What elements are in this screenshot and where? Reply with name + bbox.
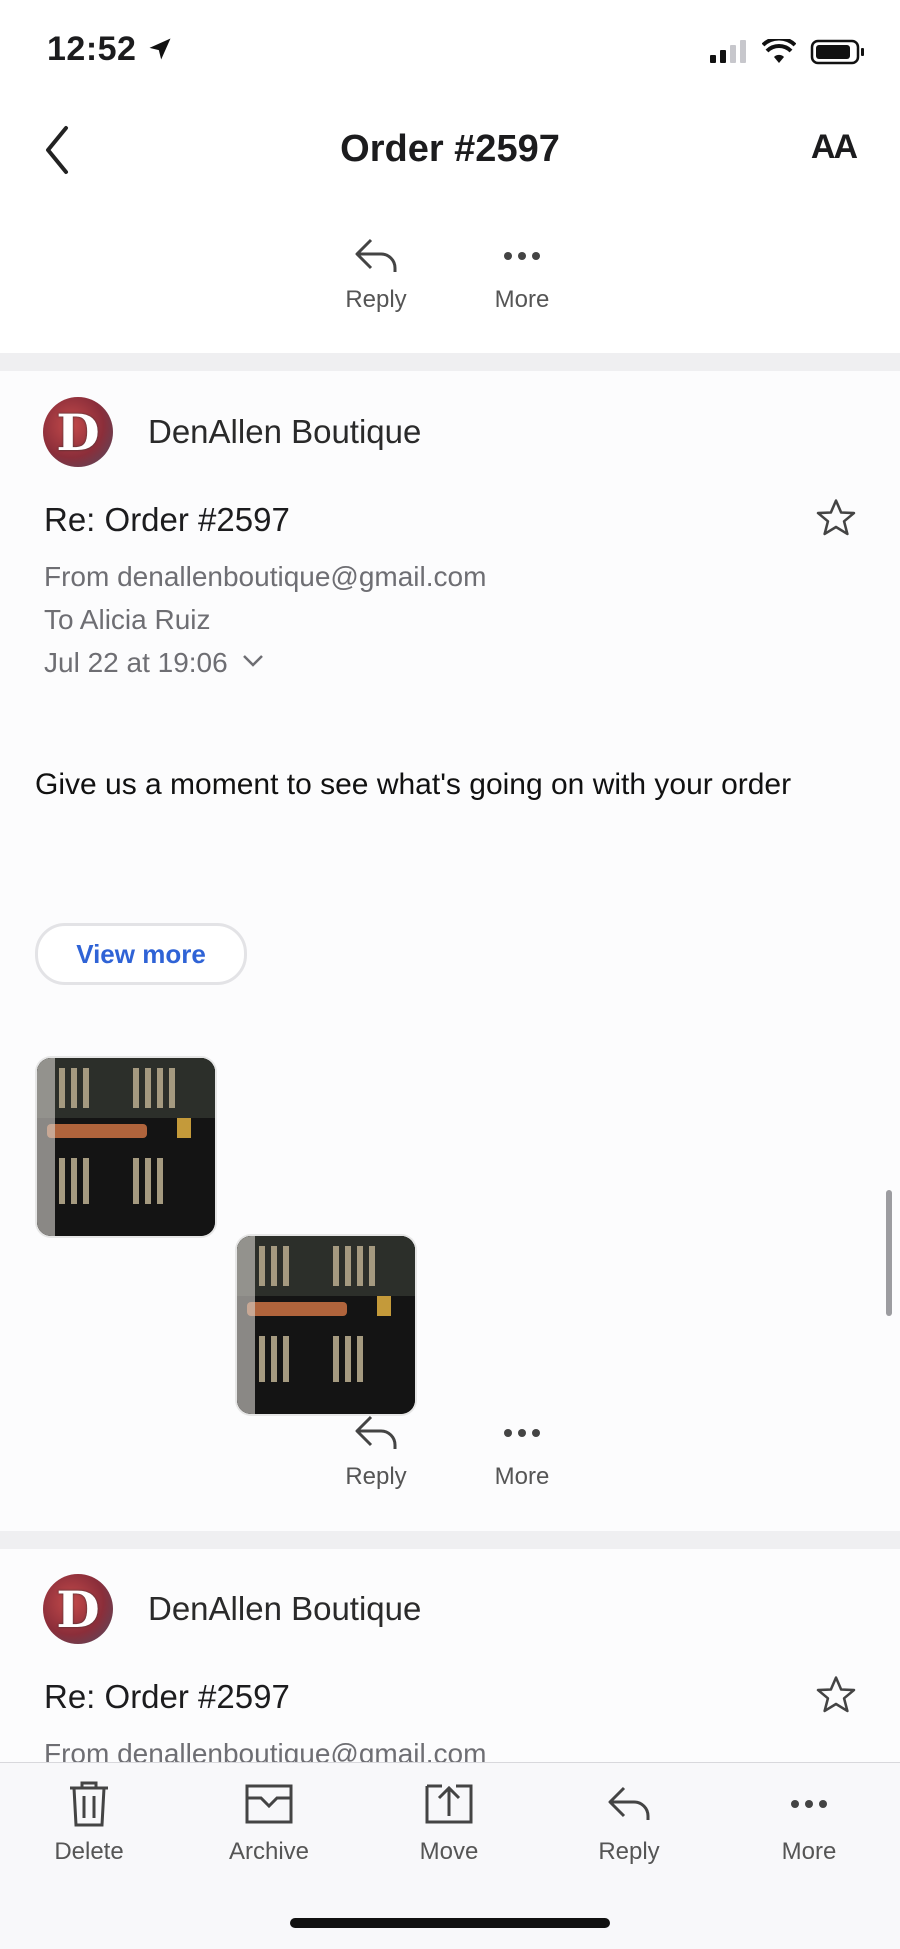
ellipsis-icon bbox=[504, 252, 540, 260]
view-more-button[interactable]: View more bbox=[35, 923, 247, 985]
move-icon bbox=[425, 1784, 473, 1824]
wifi-icon bbox=[762, 39, 796, 63]
more-label: More bbox=[494, 286, 550, 313]
message-subject: Re: Order #2597 bbox=[44, 501, 290, 538]
battery-icon bbox=[810, 39, 864, 65]
delete-label: Delete bbox=[54, 1838, 124, 1865]
move-label: Move bbox=[419, 1838, 479, 1865]
from-line: From denallenboutique@gmail.com bbox=[44, 1738, 487, 1762]
more-label: More bbox=[781, 1838, 837, 1865]
archive-button[interactable]: Archive bbox=[209, 1780, 329, 1866]
attachment-thumbnail[interactable] bbox=[37, 1058, 215, 1236]
reply-toolbar-button[interactable]: Reply bbox=[569, 1780, 689, 1866]
message-subject: Re: Order #2597 bbox=[44, 1678, 290, 1715]
more-label: More bbox=[494, 1463, 550, 1490]
sender-name: DenAllen Boutique bbox=[148, 413, 422, 450]
divider bbox=[0, 1531, 900, 1549]
status-time: 12:52 bbox=[47, 30, 174, 69]
attachment-image bbox=[237, 1236, 415, 1414]
archive-icon bbox=[245, 1784, 293, 1824]
date-text: Jul 22 at 19:06 bbox=[44, 647, 228, 678]
cellular-signal-icon bbox=[710, 40, 746, 63]
star-icon bbox=[816, 499, 856, 536]
page-title: Order #2597 bbox=[340, 128, 560, 170]
star-icon bbox=[816, 1676, 856, 1713]
more-toolbar-button[interactable]: More bbox=[749, 1780, 869, 1866]
reply-label: Reply bbox=[345, 286, 407, 313]
from-line: From denallenboutique@gmail.com bbox=[44, 561, 487, 592]
avatar-letter: D bbox=[56, 402, 100, 462]
avatar: D bbox=[43, 1574, 113, 1644]
text-size-button[interactable]: AA bbox=[811, 128, 858, 167]
star-button[interactable] bbox=[814, 496, 858, 545]
scrollbar[interactable] bbox=[886, 1190, 892, 1316]
ellipsis-icon bbox=[504, 1429, 540, 1437]
reply-icon bbox=[355, 1415, 397, 1449]
time-text: 12:52 bbox=[47, 30, 137, 68]
message-body: Give us a moment to see what's going on … bbox=[35, 768, 792, 801]
avatar: D bbox=[43, 397, 113, 467]
ellipsis-icon bbox=[791, 1800, 827, 1808]
sender-name: DenAllen Boutique bbox=[148, 1590, 422, 1627]
date-line[interactable]: Jul 22 at 19:06 bbox=[44, 647, 265, 679]
reply-label: Reply bbox=[345, 1463, 407, 1490]
more-button[interactable]: More bbox=[482, 1413, 562, 1491]
reply-button[interactable]: Reply bbox=[336, 1413, 416, 1491]
trash-icon bbox=[70, 1781, 108, 1827]
home-indicator bbox=[290, 1918, 610, 1928]
divider bbox=[0, 353, 900, 371]
reply-icon bbox=[355, 238, 397, 272]
location-arrow-icon bbox=[149, 38, 171, 60]
move-button[interactable]: Move bbox=[389, 1780, 509, 1866]
status-icons bbox=[708, 38, 866, 66]
attachment-thumbnail[interactable] bbox=[237, 1236, 415, 1414]
reply-button-top[interactable]: Reply bbox=[336, 236, 416, 314]
more-button-top[interactable]: More bbox=[482, 236, 562, 314]
archive-label: Archive bbox=[228, 1838, 310, 1865]
star-button[interactable] bbox=[814, 1673, 858, 1722]
chevron-down-icon bbox=[243, 655, 264, 667]
delete-button[interactable]: Delete bbox=[29, 1780, 149, 1866]
attachment-image bbox=[37, 1058, 215, 1236]
reply-label: Reply bbox=[598, 1838, 660, 1865]
to-line: To Alicia Ruiz bbox=[44, 604, 211, 635]
reply-icon bbox=[608, 1786, 650, 1820]
message-card bbox=[0, 1549, 900, 1763]
avatar-letter: D bbox=[56, 1579, 100, 1639]
